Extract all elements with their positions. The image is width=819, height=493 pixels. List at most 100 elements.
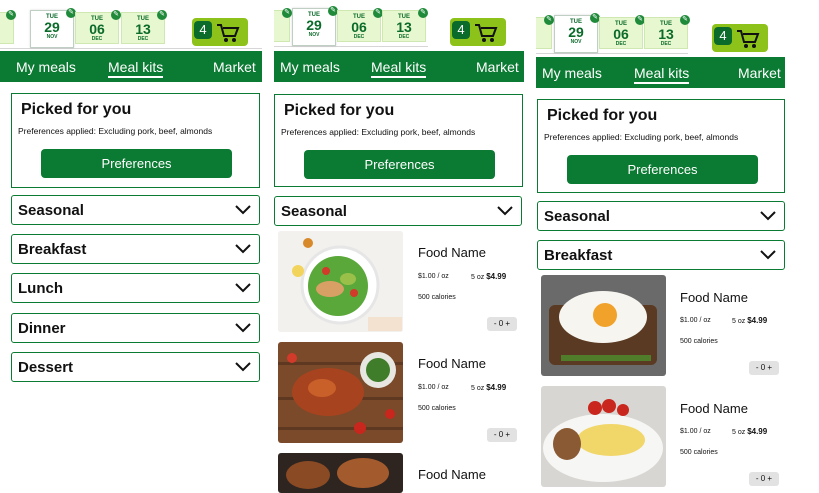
cart-count-badge: 4 (194, 21, 212, 39)
food-calories: 500 calories (418, 405, 456, 412)
date-num: 06 (613, 26, 629, 42)
chevron-down-icon (497, 206, 513, 216)
food-unit-price: $1.00 / oz (418, 384, 449, 391)
cart-icon (217, 24, 240, 42)
date-month: DEC (615, 41, 627, 47)
date-tab-partial[interactable]: ✎ (274, 8, 292, 42)
nav-my-meals[interactable]: My meals (542, 65, 602, 81)
category-seasonal[interactable]: Seasonal (537, 201, 785, 231)
food-unit-price: $1.00 / oz (680, 428, 711, 435)
date-month: DEC (398, 34, 410, 40)
category-label: Lunch (18, 280, 63, 297)
picked-title: Picked for you (284, 102, 395, 119)
cart-count-badge: 4 (452, 21, 470, 39)
category-label: Breakfast (18, 241, 87, 258)
date-tab-29-nov[interactable]: ✎ TUE 29 NOV (30, 8, 76, 48)
chevron-down-icon (235, 205, 251, 215)
food-calories: 500 calories (418, 294, 456, 301)
food-name: Food Name (418, 245, 486, 260)
food-image-grilled-chicken (278, 342, 403, 443)
date-tab-13-dec[interactable]: ✎ TUE 13 DEC (644, 15, 690, 49)
prefs-value: Excluding pork, beef, almonds (624, 132, 739, 142)
edit-badge-icon: ✎ (157, 10, 167, 20)
chevron-down-icon (235, 362, 251, 372)
category-breakfast[interactable]: Breakfast (537, 240, 785, 270)
date-num: 06 (351, 19, 367, 35)
date-tab-06-dec[interactable]: ✎ TUE 06 DEC (75, 10, 121, 44)
food-name: Food Name (680, 290, 748, 305)
nav-my-meals[interactable]: My meals (16, 59, 76, 75)
category-lunch[interactable]: Lunch (11, 273, 260, 303)
prefs-value: Excluding pork, beef, almonds (98, 126, 213, 136)
category-label: Seasonal (281, 203, 347, 220)
picked-title: Picked for you (547, 107, 658, 124)
cart-button[interactable]: 4 (192, 18, 248, 46)
food-item[interactable]: Food Name (278, 453, 522, 493)
category-seasonal[interactable]: Seasonal (274, 196, 522, 226)
chevron-down-icon (760, 211, 776, 221)
nav-meal-kits[interactable]: Meal kits (108, 59, 164, 78)
category-dessert[interactable]: Dessert (11, 352, 260, 382)
date-num: 13 (135, 21, 151, 37)
date-month: NOV (46, 34, 58, 40)
category-label: Dessert (18, 359, 74, 376)
date-month: DEC (660, 41, 672, 47)
quantity-stepper[interactable]: - 0 + (749, 361, 779, 375)
prefs-prefix: Preferences applied: (281, 127, 362, 137)
food-item[interactable]: Food Name $1.00 / oz 5 oz $4.99 500 calo… (541, 386, 785, 488)
preferences-button[interactable]: Preferences (567, 155, 758, 184)
food-image-egg-toast (541, 275, 666, 376)
nav-market[interactable]: Market (738, 65, 781, 81)
preferences-button[interactable]: Preferences (41, 149, 232, 178)
quantity-stepper[interactable]: - 0 + (487, 317, 517, 331)
nav-meal-kits[interactable]: Meal kits (371, 59, 427, 78)
date-month: DEC (353, 34, 365, 40)
food-unit-price: $1.00 / oz (680, 317, 711, 324)
food-name: Food Name (680, 401, 748, 416)
food-name: Food Name (418, 356, 486, 371)
date-tab-partial[interactable]: ✎ (536, 15, 554, 49)
food-calories: 500 calories (680, 449, 718, 456)
nav-market[interactable]: Market (213, 59, 256, 75)
category-breakfast[interactable]: Breakfast (11, 234, 260, 264)
picked-for-you-card: Picked for you Preferences applied: Excl… (11, 93, 260, 188)
food-weight: 5 oz (471, 274, 485, 281)
quantity-stepper[interactable]: - 0 + (487, 428, 517, 442)
nav-my-meals[interactable]: My meals (280, 59, 340, 75)
picked-title: Picked for you (21, 101, 132, 118)
food-weight: 5 oz (471, 385, 485, 392)
date-strip: ✎ ✎ TUE 29 NOV ✎ TUE 06 DEC ✎ TUE 13 DEC (536, 13, 690, 54)
food-weight-price: 5 oz $4.99 (732, 427, 767, 436)
chevron-down-icon (760, 250, 776, 260)
date-tab-06-dec[interactable]: ✎ TUE 06 DEC (337, 8, 383, 42)
quantity-stepper[interactable]: - 0 + (749, 472, 779, 486)
food-weight-price: 5 oz $4.99 (471, 383, 506, 392)
date-num: 29 (44, 19, 60, 35)
date-tab-partial[interactable]: ✎ (0, 10, 16, 44)
category-seasonal[interactable]: Seasonal (11, 195, 260, 225)
date-tab-06-dec[interactable]: ✎ TUE 06 DEC (599, 15, 645, 49)
preferences-summary: Preferences applied: Excluding pork, bee… (18, 126, 212, 136)
nav-market[interactable]: Market (476, 59, 519, 75)
food-item[interactable]: Food Name $1.00 / oz 5 oz $4.99 500 calo… (541, 275, 785, 377)
cart-button[interactable]: 4 (450, 18, 506, 46)
cart-button[interactable]: 4 (712, 24, 768, 52)
food-weight-price: 5 oz $4.99 (732, 316, 767, 325)
date-num: 13 (396, 19, 412, 35)
preferences-summary: Preferences applied: Excluding pork, bee… (544, 132, 738, 142)
date-tab-13-dec[interactable]: ✎ TUE 13 DEC (121, 10, 167, 44)
category-dinner[interactable]: Dinner (11, 313, 260, 343)
nav-meal-kits[interactable]: Meal kits (634, 65, 690, 84)
prefs-prefix: Preferences applied: (18, 126, 99, 136)
food-item[interactable]: Food Name $1.00 / oz 5 oz $4.99 500 calo… (278, 231, 522, 333)
top-nav: My meals Meal kits Market (274, 51, 524, 82)
date-num: 29 (568, 24, 584, 40)
date-tab-29-nov[interactable]: ✎ TUE 29 NOV (292, 6, 338, 46)
prefs-value: Excluding pork, beef, almonds (361, 127, 476, 137)
food-item[interactable]: Food Name $1.00 / oz 5 oz $4.99 500 calo… (278, 342, 522, 444)
date-tab-29-nov[interactable]: ✎ TUE 29 NOV (554, 13, 600, 53)
category-label: Seasonal (18, 202, 84, 219)
food-total-price: $4.99 (486, 272, 507, 281)
date-tab-13-dec[interactable]: ✎ TUE 13 DEC (382, 8, 428, 42)
preferences-button[interactable]: Preferences (304, 150, 495, 179)
